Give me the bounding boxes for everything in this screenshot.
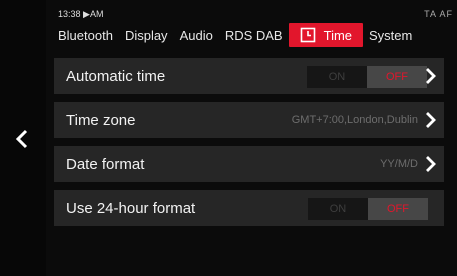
- tab-label: Bluetooth: [58, 27, 113, 43]
- toggle-on[interactable]: ON: [307, 66, 367, 88]
- tab-label: Time: [323, 27, 353, 43]
- settings-list: Automatic time ON OFF Time zone GMT+7:00…: [54, 58, 444, 234]
- tab-label: System: [369, 27, 413, 43]
- row-label: Time zone: [66, 111, 136, 129]
- back-button[interactable]: [8, 125, 36, 153]
- tab-display[interactable]: Display: [119, 23, 174, 47]
- tab-label: Audio: [179, 27, 213, 43]
- chevron-left-icon: [15, 129, 28, 149]
- chevron-right-icon: [426, 112, 436, 128]
- status-bar: 13:38 ▶AM TA AF: [58, 9, 457, 21]
- hour24-toggle[interactable]: ON OFF: [308, 198, 428, 220]
- time-zone-value: GMT+7:00,London,Dublin: [291, 114, 418, 126]
- tab-bar: Bluetooth Display Audio RDS DAB Time Sys…: [52, 22, 457, 48]
- toggle-on[interactable]: ON: [308, 198, 368, 220]
- tab-system[interactable]: System: [363, 23, 418, 47]
- toggle-off[interactable]: OFF: [367, 66, 427, 88]
- chevron-right-icon: [426, 156, 436, 172]
- row-label: Automatic time: [66, 67, 166, 85]
- clock-icon: [300, 27, 316, 43]
- date-format-value: YY/M/D: [380, 158, 418, 170]
- date-format-row[interactable]: Date format YY/M/D: [54, 146, 444, 182]
- tab-label: RDS DAB: [224, 27, 283, 43]
- hour24-format-row[interactable]: Use 24-hour format ON OFF: [54, 190, 444, 226]
- tab-label: Display: [124, 27, 168, 43]
- chevron-right-icon: [426, 68, 436, 84]
- left-rail: [0, 0, 46, 276]
- tab-bluetooth[interactable]: Bluetooth: [52, 23, 119, 47]
- row-label: Date format: [66, 155, 145, 173]
- settings-screen: 13:38 ▶AM TA AF Bluetooth Display Audio …: [0, 0, 457, 276]
- tab-audio[interactable]: Audio: [174, 23, 219, 47]
- toggle-off[interactable]: OFF: [368, 198, 428, 220]
- ta-af-indicator: TA AF: [424, 9, 453, 19]
- time-zone-row[interactable]: Time zone GMT+7:00,London,Dublin: [54, 102, 444, 138]
- clock-status: 13:38 ▶AM: [58, 9, 104, 19]
- automatic-time-toggle[interactable]: ON OFF: [307, 66, 427, 88]
- row-label: Use 24-hour format: [66, 199, 196, 217]
- tab-time[interactable]: Time: [288, 23, 364, 47]
- tab-rds-dab[interactable]: RDS DAB: [219, 23, 289, 47]
- automatic-time-row[interactable]: Automatic time ON OFF: [54, 58, 444, 94]
